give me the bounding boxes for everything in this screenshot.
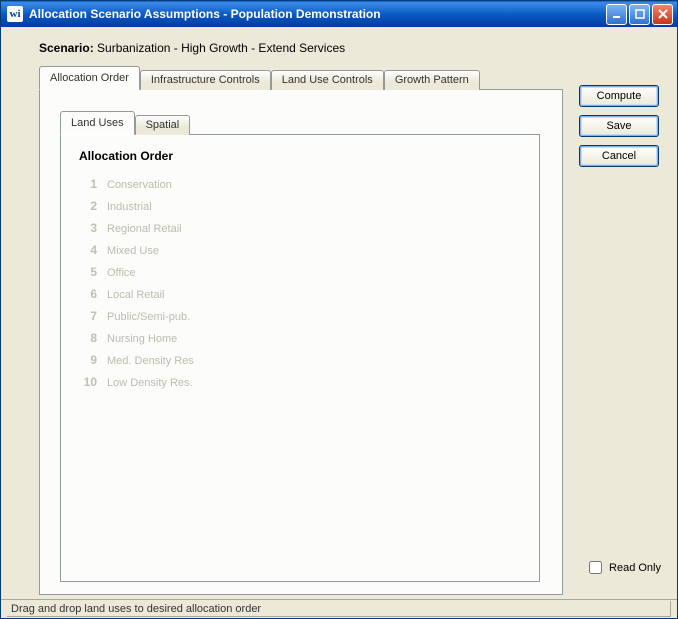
inner-tabstrip: Land Uses Spatial [60, 110, 540, 134]
save-button[interactable]: Save [579, 115, 659, 137]
item-name: Low Density Res. [107, 377, 193, 389]
status-text: Drag and drop land uses to desired alloc… [7, 601, 671, 617]
side-buttons: Compute Save Cancel [579, 85, 659, 167]
list-item[interactable]: 4 Mixed Use [75, 239, 525, 261]
compute-button[interactable]: Compute [579, 85, 659, 107]
maximize-button[interactable] [629, 4, 650, 25]
app-icon: wi [7, 6, 23, 22]
tab-allocation-order[interactable]: Allocation Order [39, 66, 140, 90]
titlebar[interactable]: wi Allocation Scenario Assumptions - Pop… [1, 1, 677, 27]
read-only-label: Read Only [609, 562, 661, 574]
item-name: Office [107, 267, 136, 279]
item-num: 1 [75, 177, 97, 191]
item-num: 10 [75, 375, 97, 389]
item-name: Conservation [107, 179, 172, 191]
scenario-value: Surbanization - High Growth - Extend Ser… [97, 41, 345, 55]
list-item[interactable]: 5 Office [75, 261, 525, 283]
outer-tabs: Allocation Order Infrastructure Controls… [39, 65, 563, 595]
window-title: Allocation Scenario Assumptions - Popula… [29, 7, 606, 21]
item-num: 2 [75, 199, 97, 213]
item-num: 6 [75, 287, 97, 301]
read-only-checkbox[interactable] [589, 561, 602, 574]
tab-land-uses[interactable]: Land Uses [60, 111, 135, 135]
close-icon [657, 8, 669, 20]
item-num: 9 [75, 353, 97, 367]
list-item[interactable]: 3 Regional Retail [75, 217, 525, 239]
scenario-label: Scenario: [39, 41, 94, 55]
item-name: Local Retail [107, 289, 164, 301]
item-name: Mixed Use [107, 245, 159, 257]
statusbar: Drag and drop land uses to desired alloc… [1, 599, 677, 618]
item-num: 7 [75, 309, 97, 323]
item-num: 5 [75, 265, 97, 279]
titlebar-buttons [606, 4, 673, 25]
minimize-icon [611, 8, 623, 20]
tab-growth-pattern[interactable]: Growth Pattern [384, 70, 480, 90]
allocation-order-list: 1 Conservation 2 Industrial 3 Regional Reta… [75, 173, 525, 393]
item-name: Regional Retail [107, 223, 182, 235]
allocation-order-header: Allocation Order [79, 149, 525, 163]
tab-land-use-controls[interactable]: Land Use Controls [271, 70, 384, 90]
list-item[interactable]: 9 Med. Density Res [75, 349, 525, 371]
tab-spatial[interactable]: Spatial [135, 115, 191, 135]
cancel-button[interactable]: Cancel [579, 145, 659, 167]
close-button[interactable] [652, 4, 673, 25]
item-name: Nursing Home [107, 333, 177, 345]
item-num: 3 [75, 221, 97, 235]
list-item[interactable]: 10 Low Density Res. [75, 371, 525, 393]
list-item[interactable]: 1 Conservation [75, 173, 525, 195]
read-only-row[interactable]: Read Only [585, 558, 661, 577]
scenario-row: Scenario: Surbanization - High Growth - … [39, 41, 665, 55]
minimize-button[interactable] [606, 4, 627, 25]
item-name: Med. Density Res [107, 355, 194, 367]
inner-tabpanel: Allocation Order 1 Conservation 2 Industri… [60, 134, 540, 582]
outer-tabpanel: Land Uses Spatial Allocation Order 1 Cons… [39, 89, 563, 595]
client-area: Scenario: Surbanization - High Growth - … [1, 27, 677, 599]
window: wi Allocation Scenario Assumptions - Pop… [0, 0, 678, 619]
item-name: Public/Semi-pub. [107, 311, 190, 323]
item-num: 8 [75, 331, 97, 345]
outer-tabstrip: Allocation Order Infrastructure Controls… [39, 65, 563, 89]
list-item[interactable]: 7 Public/Semi-pub. [75, 305, 525, 327]
list-item[interactable]: 8 Nursing Home [75, 327, 525, 349]
inner-tabs: Land Uses Spatial Allocation Order 1 Cons… [60, 110, 540, 582]
list-item[interactable]: 2 Industrial [75, 195, 525, 217]
tab-infrastructure-controls[interactable]: Infrastructure Controls [140, 70, 271, 90]
maximize-icon [634, 8, 646, 20]
list-item[interactable]: 6 Local Retail [75, 283, 525, 305]
item-name: Industrial [107, 201, 152, 213]
item-num: 4 [75, 243, 97, 257]
